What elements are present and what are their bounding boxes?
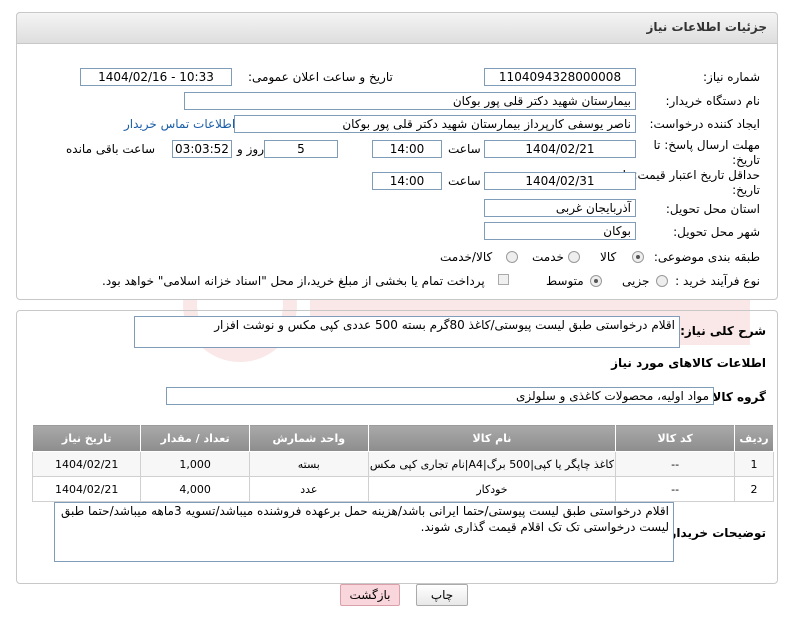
cell-row: 1 — [734, 451, 774, 477]
col-code: کد کالا — [615, 424, 736, 452]
deadline-date-field: 1404/02/21 — [484, 140, 636, 158]
days-label: روز و — [237, 142, 264, 156]
remaining-time-field: 03:03:52 — [172, 140, 232, 158]
deadline-time-field: 14:00 — [372, 140, 442, 158]
cell-quantity: 1,000 — [140, 451, 250, 477]
buyer-org-label: نام دستگاه خریدار: — [665, 94, 761, 108]
buyer-notes-label: توضیحات خریدار: — [664, 526, 766, 540]
col-row: ردیف — [734, 424, 774, 452]
validity-time-label: ساعت — [448, 174, 481, 188]
need-number-label: شماره نیاز: — [703, 70, 760, 84]
deadline-time-label: ساعت — [448, 142, 481, 156]
announce-field: 1404/02/16 - 10:33 — [80, 68, 232, 86]
print-button[interactable]: چاپ — [416, 584, 468, 606]
city-label: شهر محل تحویل: — [673, 225, 760, 239]
validity-label: حداقل تاریخ اعتبار قیمت: تا تاریخ: — [622, 168, 760, 197]
cell-name: کاغذ چاپگر یا کپی|500 برگ|A4|نام تجاری ک… — [367, 451, 617, 477]
cell-unit: بسته — [248, 451, 369, 477]
cell-code: -- — [615, 476, 736, 502]
cell-date: 1404/02/21 — [31, 451, 142, 477]
creator-field: ناصر یوسفی کارپرداز بیمارستان شهید دکتر … — [234, 115, 636, 133]
category-option-goods: کالا — [600, 250, 617, 264]
goods-group-field: مواد اولیه، محصولات کاغذی و سلولزی — [166, 387, 714, 405]
table-row: 2 -- خودکار عدد 4,000 1404/02/21 — [31, 476, 774, 502]
col-date: تاریخ نیاز — [31, 424, 142, 452]
goods-section-title: اطلاعات کالاهای مورد نیاز — [611, 356, 766, 370]
col-name: نام کالا — [367, 424, 617, 452]
purchase-type-label: نوع فرآیند خرید : — [675, 274, 760, 288]
purchase-option-minor: جزیی — [622, 274, 650, 288]
treasury-note: پرداخت تمام یا بخشی از مبلغ خرید،از محل … — [102, 274, 485, 288]
buyer-org-field: بیمارستان شهید دکتر قلی پور بوکان — [184, 92, 636, 110]
purchase-option-medium: متوسط — [546, 274, 584, 288]
col-unit: واحد شمارش — [248, 424, 369, 452]
cell-unit: عدد — [248, 476, 369, 502]
treasury-checkbox[interactable] — [498, 274, 509, 285]
category-option-goods-service: کالا/خدمت — [440, 250, 493, 264]
cell-quantity: 4,000 — [140, 476, 250, 502]
cell-code: -- — [615, 451, 736, 477]
goods-table: ردیف کد کالا نام کالا واحد شمارش تعداد /… — [31, 424, 774, 502]
deadline-label: مهلت ارسال پاسخ: تا تاریخ: — [653, 138, 760, 167]
description-label: شرح کلی نیاز: — [680, 324, 766, 338]
creator-label: ایجاد کننده درخواست: — [649, 117, 760, 131]
cell-name: خودکار — [367, 476, 617, 502]
panel-header: جزئیات اطلاعات نیاز — [16, 12, 778, 44]
purchase-radio-medium[interactable] — [590, 275, 602, 287]
purchase-radio-minor[interactable] — [656, 275, 668, 287]
announce-label: تاریخ و ساعت اعلان عمومی: — [248, 70, 393, 84]
goods-group-label: گروه کالا: — [707, 390, 766, 404]
category-radio-service[interactable] — [568, 251, 580, 263]
contact-info-link[interactable]: اطلاعات تماس خریدار — [124, 117, 235, 131]
cell-date: 1404/02/21 — [31, 476, 142, 502]
back-button[interactable]: بازگشت — [340, 584, 400, 606]
cell-row: 2 — [734, 476, 774, 502]
category-label: طبقه بندی موضوعی: — [653, 250, 760, 264]
remaining-label: ساعت باقی مانده — [66, 142, 156, 156]
category-option-service: خدمت — [532, 250, 564, 264]
goods-table-header: ردیف کد کالا نام کالا واحد شمارش تعداد /… — [31, 424, 774, 452]
panel-title: جزئیات اطلاعات نیاز — [646, 20, 767, 34]
province-label: استان محل تحویل: — [665, 202, 760, 216]
category-radio-goods[interactable] — [632, 251, 644, 263]
need-number-field: 1104094328000008 — [484, 68, 636, 86]
city-field: بوکان — [484, 222, 636, 240]
validity-time-field: 14:00 — [372, 172, 442, 190]
col-quantity: تعداد / مقدار — [140, 424, 250, 452]
table-row: 1 -- کاغذ چاپگر یا کپی|500 برگ|A4|نام تج… — [31, 451, 774, 477]
category-radio-goods-service[interactable] — [506, 251, 518, 263]
days-field: 5 — [264, 140, 338, 158]
province-field: آذربایجان غربی — [484, 199, 636, 217]
buyer-notes-field: اقلام درخواستی طبق لیست پیوستی/حتما ایرا… — [54, 502, 674, 562]
description-field: اقلام درخواستی طبق لیست پیوستی/کاغذ 80گر… — [134, 316, 680, 348]
validity-date-field: 1404/02/31 — [484, 172, 636, 190]
